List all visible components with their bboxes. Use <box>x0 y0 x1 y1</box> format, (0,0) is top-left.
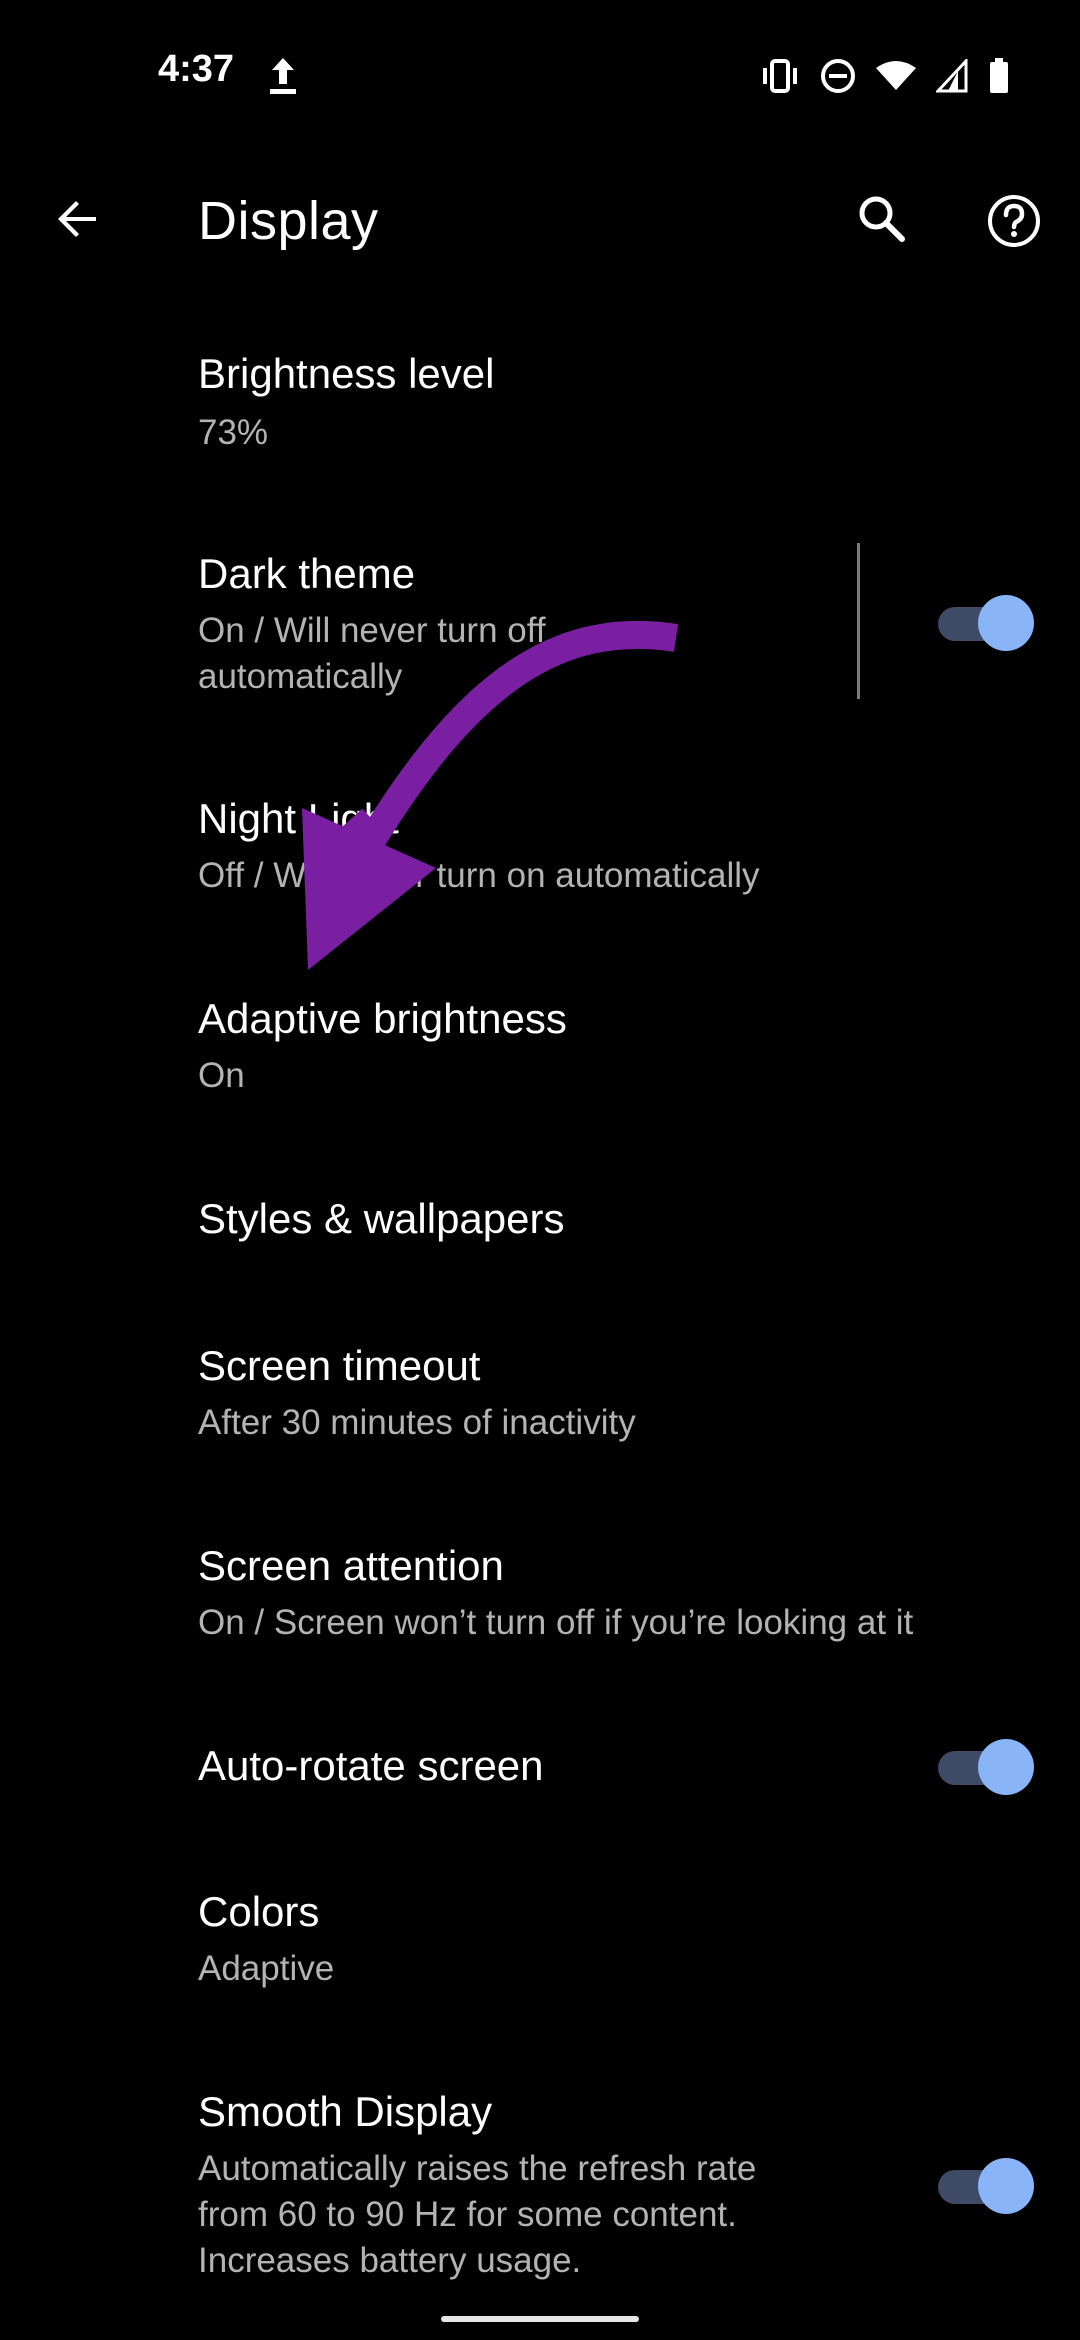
gesture-nav-handle[interactable] <box>441 2316 639 2322</box>
setting-screen-attention[interactable]: Screen attention On / Screen won’t turn … <box>0 1522 1080 1672</box>
setting-summary: Increases battery usage. <box>198 2241 582 2280</box>
setting-summary: Adaptive <box>198 1949 335 1988</box>
setting-adaptive-brightness[interactable]: Adaptive brightness On <box>0 975 1080 1125</box>
setting-title: Smooth Display <box>198 2088 493 2135</box>
setting-smooth-display[interactable]: Smooth Display Automatically raises the … <box>0 2068 1080 2298</box>
divider <box>857 543 860 699</box>
search-icon <box>856 193 908 250</box>
setting-title: Screen attention <box>198 1542 504 1589</box>
wifi-icon <box>876 60 916 92</box>
setting-title: Styles & wallpapers <box>198 1195 565 1242</box>
status-time: 4:37 <box>158 48 235 90</box>
search-button[interactable] <box>846 185 918 257</box>
setting-colors[interactable]: Colors Adaptive <box>0 1868 1080 2018</box>
setting-title: Auto-rotate screen <box>198 1742 544 1789</box>
setting-summary: Off / Will never turn on automatically <box>198 856 760 895</box>
back-button[interactable] <box>42 185 114 257</box>
status-bar: 4:37 <box>0 0 1080 150</box>
setting-screen-timeout[interactable]: Screen timeout After 30 minutes of inact… <box>0 1322 1080 1472</box>
setting-summary: After 30 minutes of inactivity <box>198 1403 636 1442</box>
setting-night-light[interactable]: Night Light Off / Will never turn on aut… <box>0 775 1080 925</box>
battery-icon <box>988 58 1010 94</box>
status-icons <box>760 56 1010 96</box>
upload-icon <box>266 56 300 96</box>
back-arrow-icon <box>54 195 102 248</box>
setting-summary: On <box>198 1056 245 1095</box>
app-bar: Display <box>0 150 1080 300</box>
do-not-disturb-icon <box>820 58 856 94</box>
setting-summary: On / Screen won’t turn off if you’re loo… <box>198 1603 914 1642</box>
signal-icon <box>936 59 968 93</box>
toggle-thumb <box>978 1739 1034 1795</box>
dark-theme-toggle[interactable] <box>938 591 1034 651</box>
setting-title: Adaptive brightness <box>198 995 567 1042</box>
smooth-display-toggle[interactable] <box>938 2154 1034 2214</box>
setting-title: Night Light <box>198 795 399 842</box>
help-icon <box>986 193 1042 254</box>
toggle-thumb <box>978 2158 1034 2214</box>
setting-summary: 73% <box>198 413 269 452</box>
setting-styles-wallpapers[interactable]: Styles & wallpapers <box>0 1175 1080 1285</box>
setting-summary: from 60 to 90 Hz for some content. <box>198 2195 737 2234</box>
setting-dark-theme[interactable]: Dark theme On / Will never turn off auto… <box>0 530 1080 720</box>
setting-brightness-level[interactable]: Brightness level 73% <box>0 330 1080 480</box>
vibrate-icon <box>760 58 800 94</box>
help-button[interactable] <box>976 185 1052 261</box>
setting-title: Screen timeout <box>198 1342 481 1389</box>
setting-title: Brightness level <box>198 350 495 397</box>
auto-rotate-toggle[interactable] <box>938 1735 1034 1795</box>
setting-summary: Automatically raises the refresh rate <box>198 2149 757 2188</box>
page-title: Display <box>198 191 379 251</box>
setting-summary: On / Will never turn off <box>198 611 546 650</box>
setting-auto-rotate[interactable]: Auto-rotate screen <box>0 1722 1080 1832</box>
setting-title: Colors <box>198 1888 320 1935</box>
toggle-thumb <box>978 595 1034 651</box>
setting-summary: automatically <box>198 657 403 696</box>
setting-title: Dark theme <box>198 550 416 597</box>
